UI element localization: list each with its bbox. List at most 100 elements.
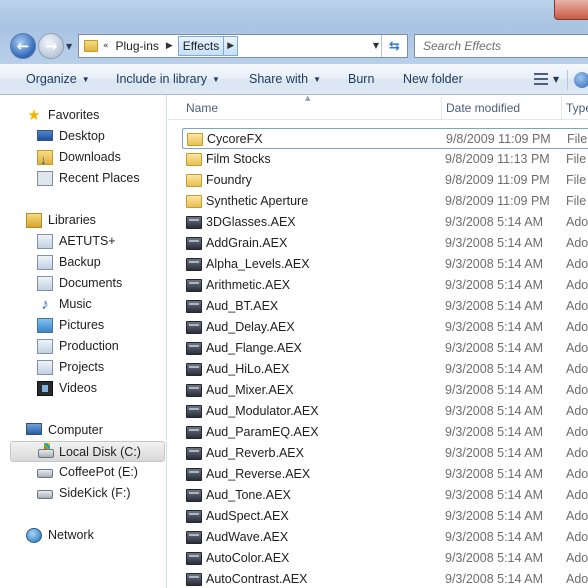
nav-libraries[interactable]: Libraries bbox=[26, 210, 156, 231]
file-date-modified: 9/8/2009 11:09 PM bbox=[445, 173, 550, 187]
file-row[interactable]: Film Stocks 9/8/2009 11:13 PM File f bbox=[182, 149, 588, 170]
nav-desktop[interactable]: Desktop bbox=[37, 126, 157, 147]
nav-library-production[interactable]: Production bbox=[37, 336, 157, 357]
file-name: Aud_Mixer.AEX bbox=[206, 383, 294, 397]
file-name: Aud_Tone.AEX bbox=[206, 488, 291, 502]
file-date-modified: 9/3/2008 5:14 AM bbox=[445, 320, 543, 334]
file-row[interactable]: Foundry 9/8/2009 11:09 PM File f bbox=[182, 170, 588, 191]
file-type: Adob bbox=[566, 299, 588, 313]
plugin-file-icon bbox=[186, 300, 202, 313]
file-name: Aud_HiLo.AEX bbox=[206, 362, 290, 376]
nav-library-projects[interactable]: Projects bbox=[37, 357, 157, 378]
file-row[interactable]: Aud_Modulator.AEX 9/3/2008 5:14 AM Adob bbox=[182, 401, 588, 422]
folder-icon bbox=[186, 153, 202, 166]
nav-computer-label: Computer bbox=[48, 423, 103, 437]
file-row[interactable]: Aud_Reverse.AEX 9/3/2008 5:14 AM Adob bbox=[182, 464, 588, 485]
file-date-modified: 9/3/2008 5:14 AM bbox=[445, 572, 543, 586]
refresh-button[interactable]: ⇆ bbox=[381, 35, 407, 57]
file-row[interactable]: Aud_HiLo.AEX 9/3/2008 5:14 AM Adob bbox=[182, 359, 588, 380]
nav-recent-places[interactable]: Recent Places bbox=[37, 168, 157, 189]
file-row[interactable]: Synthetic Aperture 9/8/2009 11:09 PM File … bbox=[182, 191, 588, 212]
nav-sidekick-f[interactable]: SideKick (F:) bbox=[37, 483, 157, 504]
breadcrumb-separator-icon[interactable]: ▶ bbox=[224, 36, 239, 56]
file-date-modified: 9/3/2008 5:14 AM bbox=[445, 530, 543, 544]
burn-button[interactable]: Burn bbox=[348, 64, 374, 95]
column-header-type[interactable]: Type bbox=[562, 95, 588, 120]
close-button[interactable] bbox=[554, 0, 588, 20]
plugin-file-icon bbox=[186, 363, 202, 376]
breadcrumb-plug-ins[interactable]: Plug-ins bbox=[114, 39, 161, 53]
forward-button[interactable]: → bbox=[38, 33, 64, 59]
plugin-file-icon bbox=[186, 258, 202, 271]
column-header-name[interactable]: Name bbox=[182, 95, 442, 120]
nav-favorites[interactable]: ★ Favorites bbox=[26, 105, 156, 126]
breadcrumb-separator-icon[interactable]: ▶ bbox=[161, 41, 178, 51]
file-row[interactable]: Aud_Flange.AEX 9/3/2008 5:14 AM Adob bbox=[182, 338, 588, 359]
plugin-file-icon bbox=[186, 489, 202, 502]
file-date-modified: 9/3/2008 5:14 AM bbox=[445, 425, 543, 439]
nav-network[interactable]: Network bbox=[26, 525, 156, 546]
new-folder-button[interactable]: New folder bbox=[403, 64, 463, 95]
file-row[interactable]: Aud_Reverb.AEX 9/3/2008 5:14 AM Adob bbox=[182, 443, 588, 464]
file-name: Aud_BT.AEX bbox=[206, 299, 279, 313]
file-type: Adob bbox=[566, 383, 588, 397]
nav-library-aetuts[interactable]: AETUTS+ bbox=[37, 231, 157, 252]
column-headers: Name ▲ Date modified Type bbox=[168, 95, 588, 120]
address-bar[interactable]: « Plug-ins ▶ Effects ▶ ▼ ⇆ bbox=[78, 34, 408, 58]
file-row[interactable]: CycoreFX 9/8/2009 11:09 PM File f bbox=[182, 128, 588, 149]
file-row[interactable]: AudSpect.AEX 9/3/2008 5:14 AM Adob bbox=[182, 506, 588, 527]
file-date-modified: 9/3/2008 5:14 AM bbox=[445, 383, 543, 397]
file-row[interactable]: AudWave.AEX 9/3/2008 5:14 AM Adob bbox=[182, 527, 588, 548]
plugin-file-icon bbox=[186, 552, 202, 565]
breadcrumb-overflow[interactable]: « bbox=[98, 41, 114, 51]
file-date-modified: 9/3/2008 5:14 AM bbox=[445, 278, 543, 292]
address-dropdown-icon[interactable]: ▼ bbox=[373, 35, 379, 57]
file-row[interactable]: Aud_BT.AEX 9/3/2008 5:14 AM Adob bbox=[182, 296, 588, 317]
file-row[interactable]: 3DGlasses.AEX 9/3/2008 5:14 AM Adob bbox=[182, 212, 588, 233]
column-header-label: Date modified bbox=[446, 101, 521, 115]
include-in-library-button[interactable]: Include in library ▼ bbox=[116, 64, 220, 95]
file-row[interactable]: AddGrain.AEX 9/3/2008 5:14 AM Adob bbox=[182, 233, 588, 254]
sort-ascending-icon: ▲ bbox=[305, 95, 311, 102]
search-input[interactable] bbox=[415, 35, 588, 57]
file-name: Film Stocks bbox=[206, 152, 271, 166]
back-button[interactable]: ← bbox=[10, 33, 36, 59]
recent-pages-dropdown[interactable]: ▼ bbox=[66, 42, 72, 51]
refresh-icon: ⇆ bbox=[389, 38, 400, 54]
nav-library-pictures[interactable]: Pictures bbox=[37, 315, 157, 336]
nav-coffeepot-e[interactable]: CoffeePot (E:) bbox=[37, 462, 157, 483]
views-dropdown-icon[interactable]: ▼ bbox=[553, 64, 559, 95]
column-header-date-modified[interactable]: Date modified bbox=[442, 95, 562, 120]
file-type: File f bbox=[566, 152, 588, 166]
file-row[interactable]: Aud_Tone.AEX 9/3/2008 5:14 AM Adob bbox=[182, 485, 588, 506]
file-row[interactable]: Alpha_Levels.AEX 9/3/2008 5:14 AM Adob bbox=[182, 254, 588, 275]
nav-library-label: Videos bbox=[59, 381, 97, 395]
file-row[interactable]: Aud_ParamEQ.AEX 9/3/2008 5:14 AM Adob bbox=[182, 422, 588, 443]
search-box[interactable] bbox=[414, 34, 588, 58]
file-row[interactable]: Aud_Delay.AEX 9/3/2008 5:14 AM Adob bbox=[182, 317, 588, 338]
hard-disk-icon bbox=[38, 443, 54, 458]
views-icon[interactable] bbox=[534, 73, 548, 85]
nav-downloads[interactable]: Downloads bbox=[37, 147, 157, 170]
file-row[interactable]: Arithmetic.AEX 9/3/2008 5:14 AM Adob bbox=[182, 275, 588, 296]
share-with-button[interactable]: Share with ▼ bbox=[249, 64, 321, 95]
file-type: Adob bbox=[566, 236, 588, 250]
nav-library-documents[interactable]: Documents bbox=[37, 273, 157, 294]
nav-network-label: Network bbox=[48, 528, 94, 542]
nav-local-disk-c[interactable]: Local Disk (C:) bbox=[10, 441, 165, 462]
nav-computer[interactable]: Computer bbox=[26, 420, 156, 441]
file-row[interactable]: AutoContrast.AEX 9/3/2008 5:14 AM Adob bbox=[182, 569, 588, 588]
organize-button[interactable]: Organize ▼ bbox=[26, 64, 90, 95]
file-row[interactable]: AutoColor.AEX 9/3/2008 5:14 AM Adob bbox=[182, 548, 588, 569]
file-row[interactable]: Aud_Mixer.AEX 9/3/2008 5:14 AM Adob bbox=[182, 380, 588, 401]
file-type: Adob bbox=[566, 551, 588, 565]
nav-library-backup[interactable]: Backup bbox=[37, 252, 157, 273]
file-name: AutoContrast.AEX bbox=[206, 572, 308, 586]
library-icon bbox=[37, 339, 53, 354]
file-date-modified: 9/3/2008 5:14 AM bbox=[445, 215, 543, 229]
help-icon[interactable] bbox=[574, 72, 588, 88]
nav-library-videos[interactable]: Videos bbox=[37, 378, 157, 399]
breadcrumb-effects[interactable]: Effects bbox=[177, 36, 225, 56]
nav-library-music[interactable]: ♪ Music bbox=[37, 294, 157, 315]
nav-library-label: Music bbox=[59, 297, 92, 311]
